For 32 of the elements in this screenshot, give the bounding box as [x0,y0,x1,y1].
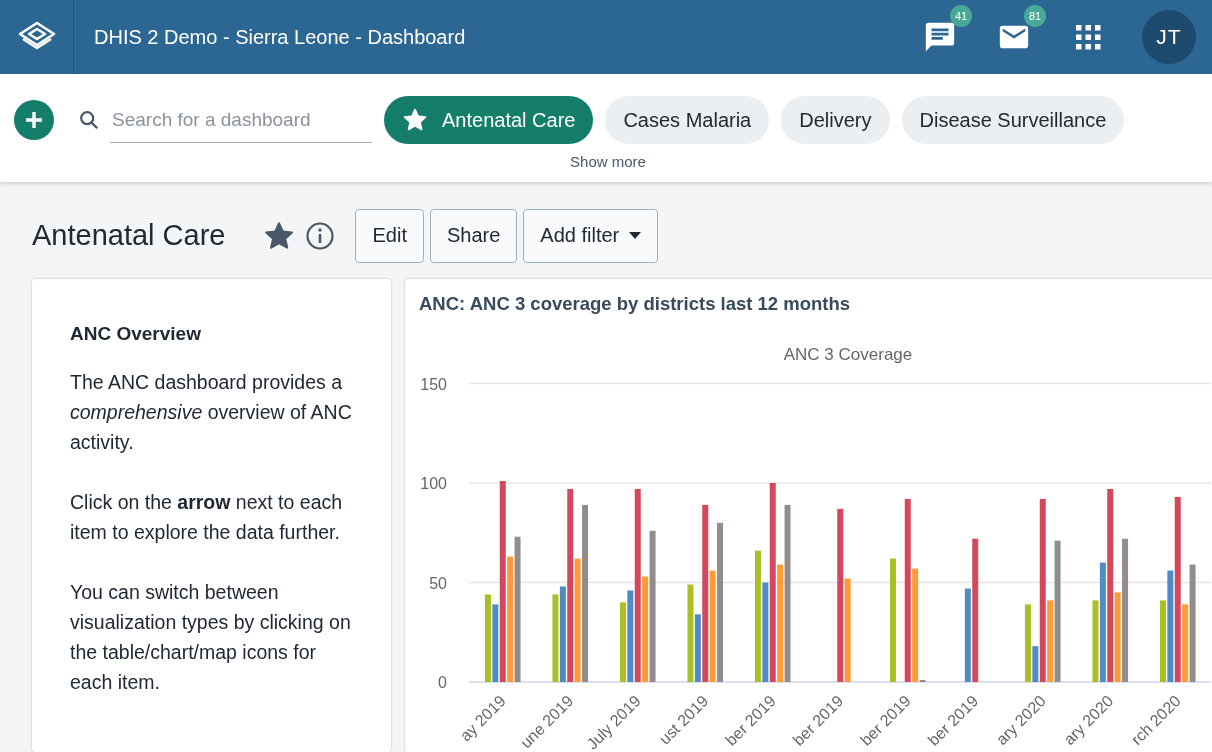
y-axis-label: 100 [420,475,447,492]
toolbar-button[interactable]: Share [429,208,518,263]
dashboard-title: Antenatal Care [32,219,226,252]
search-field[interactable]: Search for a dashboard [110,97,372,143]
text-paragraph: The ANC dashboard provides a comprehensive overview of ANC activity. [70,370,353,455]
chart-item-title: ANC: ANC 3 coverage by districts last 12 months [418,293,852,316]
dashboard-chip[interactable]: Delivery [781,96,890,144]
text-paragraph: You can switch between visualization types by clicking on the table/chart/map icons for each item. [70,580,352,695]
count-badge: 81 [1024,5,1046,27]
star-icon [263,219,296,252]
text-paragraph: Click on the arrow next to each item to explore the data further. [70,490,344,545]
show-more-link[interactable]: Show more [564,152,652,171]
count-badge: 41 [950,5,972,27]
toolbar-button[interactable]: Add filter [523,208,659,263]
y-axis-label: 0 [438,674,447,691]
grid-icon [1075,24,1101,50]
star-icon [402,107,428,133]
add-dashboard-button[interactable] [14,100,54,140]
app-title: DHIS 2 Demo - Sierra Leone - Dashboard [94,25,467,49]
chart-title: ANC 3 Coverage [783,345,913,364]
text-heading: ANC Overview [70,323,202,345]
dashboard-chip[interactable]: Cases Malaria [605,96,770,144]
user-avatar[interactable]: JT [1142,10,1196,64]
y-axis-label: 50 [429,574,447,592]
caret-icon [629,232,642,239]
search-icon [78,109,100,131]
y-axis-label: 150 [420,375,447,393]
dashboard-chip[interactable]: Antenatal Care [384,96,594,144]
dashboard-chip[interactable]: Disease Surveillance [901,96,1125,144]
plus-icon [24,110,44,130]
toolbar-button[interactable]: Edit [355,208,424,263]
info-icon[interactable] [305,220,336,251]
